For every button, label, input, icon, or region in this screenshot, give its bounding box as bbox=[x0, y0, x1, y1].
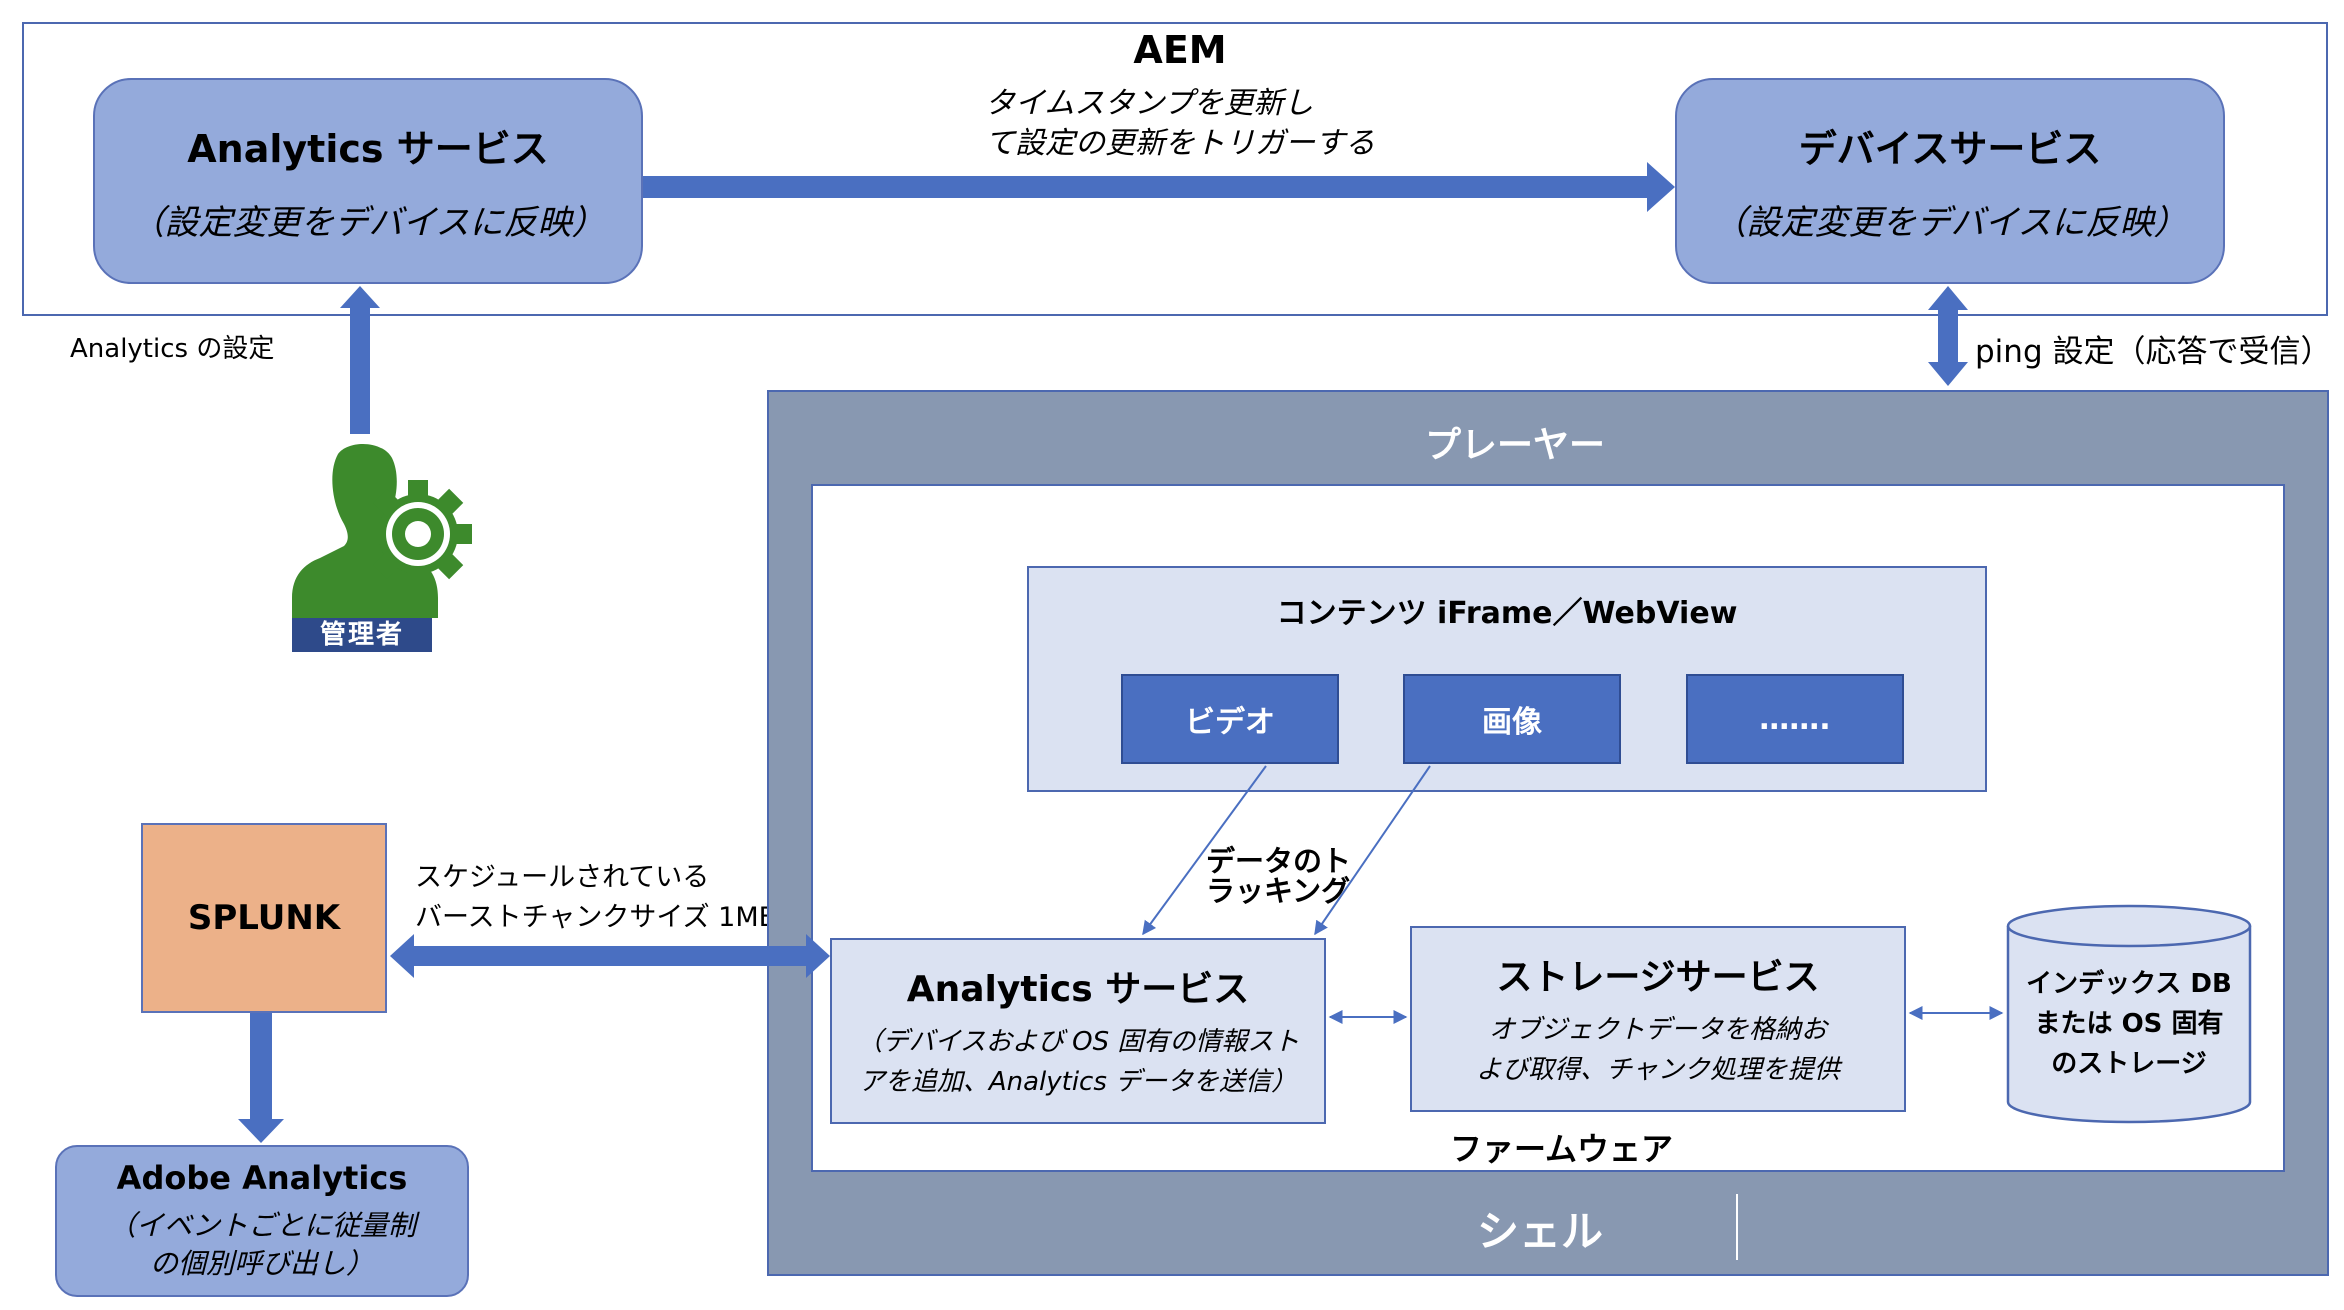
player-analytics-service-subtitle-line2: アを追加、Analytics データを送信） bbox=[858, 1067, 1298, 1097]
timestamp-note-line2: て設定の更新をトリガーする bbox=[985, 126, 1375, 161]
ping-config-label: ping 設定（応答で受信） bbox=[1975, 334, 2332, 370]
schedule-label: スケジュールされている バーストチャンクサイズ 1MB bbox=[415, 858, 777, 938]
arrow-splunk-analytics bbox=[390, 934, 830, 978]
aem-device-service-subtitle: （設定変更をデバイスに反映） bbox=[1712, 203, 2188, 243]
arrow-splunk-to-adobe bbox=[238, 1013, 284, 1143]
player-analytics-service-subtitle-line1: （デバイスおよび OS 固有の情報スト bbox=[856, 1027, 1300, 1057]
player-title: プレーヤー bbox=[1424, 425, 1605, 466]
storage-service-subtitle-line2: よび取得、チャンク処理を提供 bbox=[1476, 1055, 1840, 1085]
timestamp-note: タイムスタンプを更新し て設定の更新をトリガーする bbox=[985, 84, 1545, 164]
adobe-analytics-title: Adobe Analytics bbox=[116, 1159, 408, 1197]
aem-analytics-service-title: Analytics サービス bbox=[187, 127, 549, 171]
shell-label: シェル bbox=[1476, 1207, 1603, 1256]
shell-divider bbox=[1736, 1194, 1738, 1260]
aem-title: AEM bbox=[1133, 28, 1227, 72]
index-db-line3: のストレージ bbox=[2051, 1049, 2207, 1079]
data-tracking-line1: データのト bbox=[1206, 844, 1352, 878]
player-analytics-service-title: Analytics サービス bbox=[906, 969, 1250, 1010]
data-tracking-line2: ラッキング bbox=[1206, 874, 1351, 908]
index-db[interactable]: インデックス DB または OS 固有 のストレージ bbox=[2006, 904, 2252, 1126]
content-item-image[interactable]: 画像 bbox=[1403, 674, 1621, 764]
index-db-line1: インデックス DB bbox=[2026, 969, 2232, 999]
storage-service[interactable]: ストレージサービス オブジェクトデータを格納お よび取得、チャンク処理を提供 bbox=[1410, 926, 1906, 1112]
content-item-image-label: 画像 bbox=[1482, 705, 1542, 740]
adobe-analytics-subtitle-line2: の個別呼び出し） bbox=[149, 1247, 374, 1280]
analytics-config-label: Analytics の設定 bbox=[70, 334, 275, 364]
aem-analytics-service[interactable]: Analytics サービス （設定変更をデバイスに反映） bbox=[93, 78, 643, 284]
data-tracking-label: データのト ラッキング bbox=[1206, 846, 1351, 906]
storage-service-title: ストレージサービス bbox=[1496, 957, 1820, 998]
content-item-video-label: ビデオ bbox=[1185, 705, 1275, 740]
schedule-label-line2: バーストチャンクサイズ 1MB bbox=[415, 902, 778, 933]
timestamp-note-line1: タイムスタンプを更新し bbox=[985, 86, 1314, 121]
content-item-video[interactable]: ビデオ bbox=[1121, 674, 1339, 764]
aem-device-service[interactable]: デバイスサービス （設定変更をデバイスに反映） bbox=[1675, 78, 2225, 284]
storage-service-subtitle-line1: オブジェクトデータを格納お bbox=[1488, 1015, 1827, 1045]
firmware-label: ファームウェア bbox=[1450, 1130, 1674, 1168]
player-analytics-service[interactable]: Analytics サービス （デバイスおよび OS 固有の情報スト アを追加、… bbox=[830, 938, 1326, 1124]
admin-user-gear-icon bbox=[292, 443, 472, 618]
admin-figure[interactable]: 管理者 bbox=[290, 438, 480, 658]
content-item-more-label: ……. bbox=[1759, 701, 1831, 737]
schedule-label-line1: スケジュールされている bbox=[415, 862, 710, 893]
content-iframe-title: コンテンツ iFrame／WebView bbox=[1276, 596, 1738, 631]
adobe-analytics-box[interactable]: Adobe Analytics （イベントごとに従量制 の個別呼び出し） bbox=[55, 1145, 469, 1297]
splunk-box[interactable]: SPLUNK bbox=[141, 823, 387, 1013]
splunk-label: SPLUNK bbox=[187, 898, 341, 938]
admin-label: 管理者 bbox=[292, 618, 432, 652]
index-db-line2: または OS 固有 bbox=[2034, 1009, 2224, 1039]
aem-device-service-title: デバイスサービス bbox=[1798, 127, 2102, 171]
aem-analytics-service-subtitle: （設定変更をデバイスに反映） bbox=[130, 203, 606, 243]
adobe-analytics-subtitle-line1: （イベントごとに従量制 bbox=[107, 1209, 416, 1242]
index-db-label: インデックス DB または OS 固有 のストレージ bbox=[2006, 954, 2252, 1094]
content-item-more[interactable]: ……. bbox=[1686, 674, 1904, 764]
